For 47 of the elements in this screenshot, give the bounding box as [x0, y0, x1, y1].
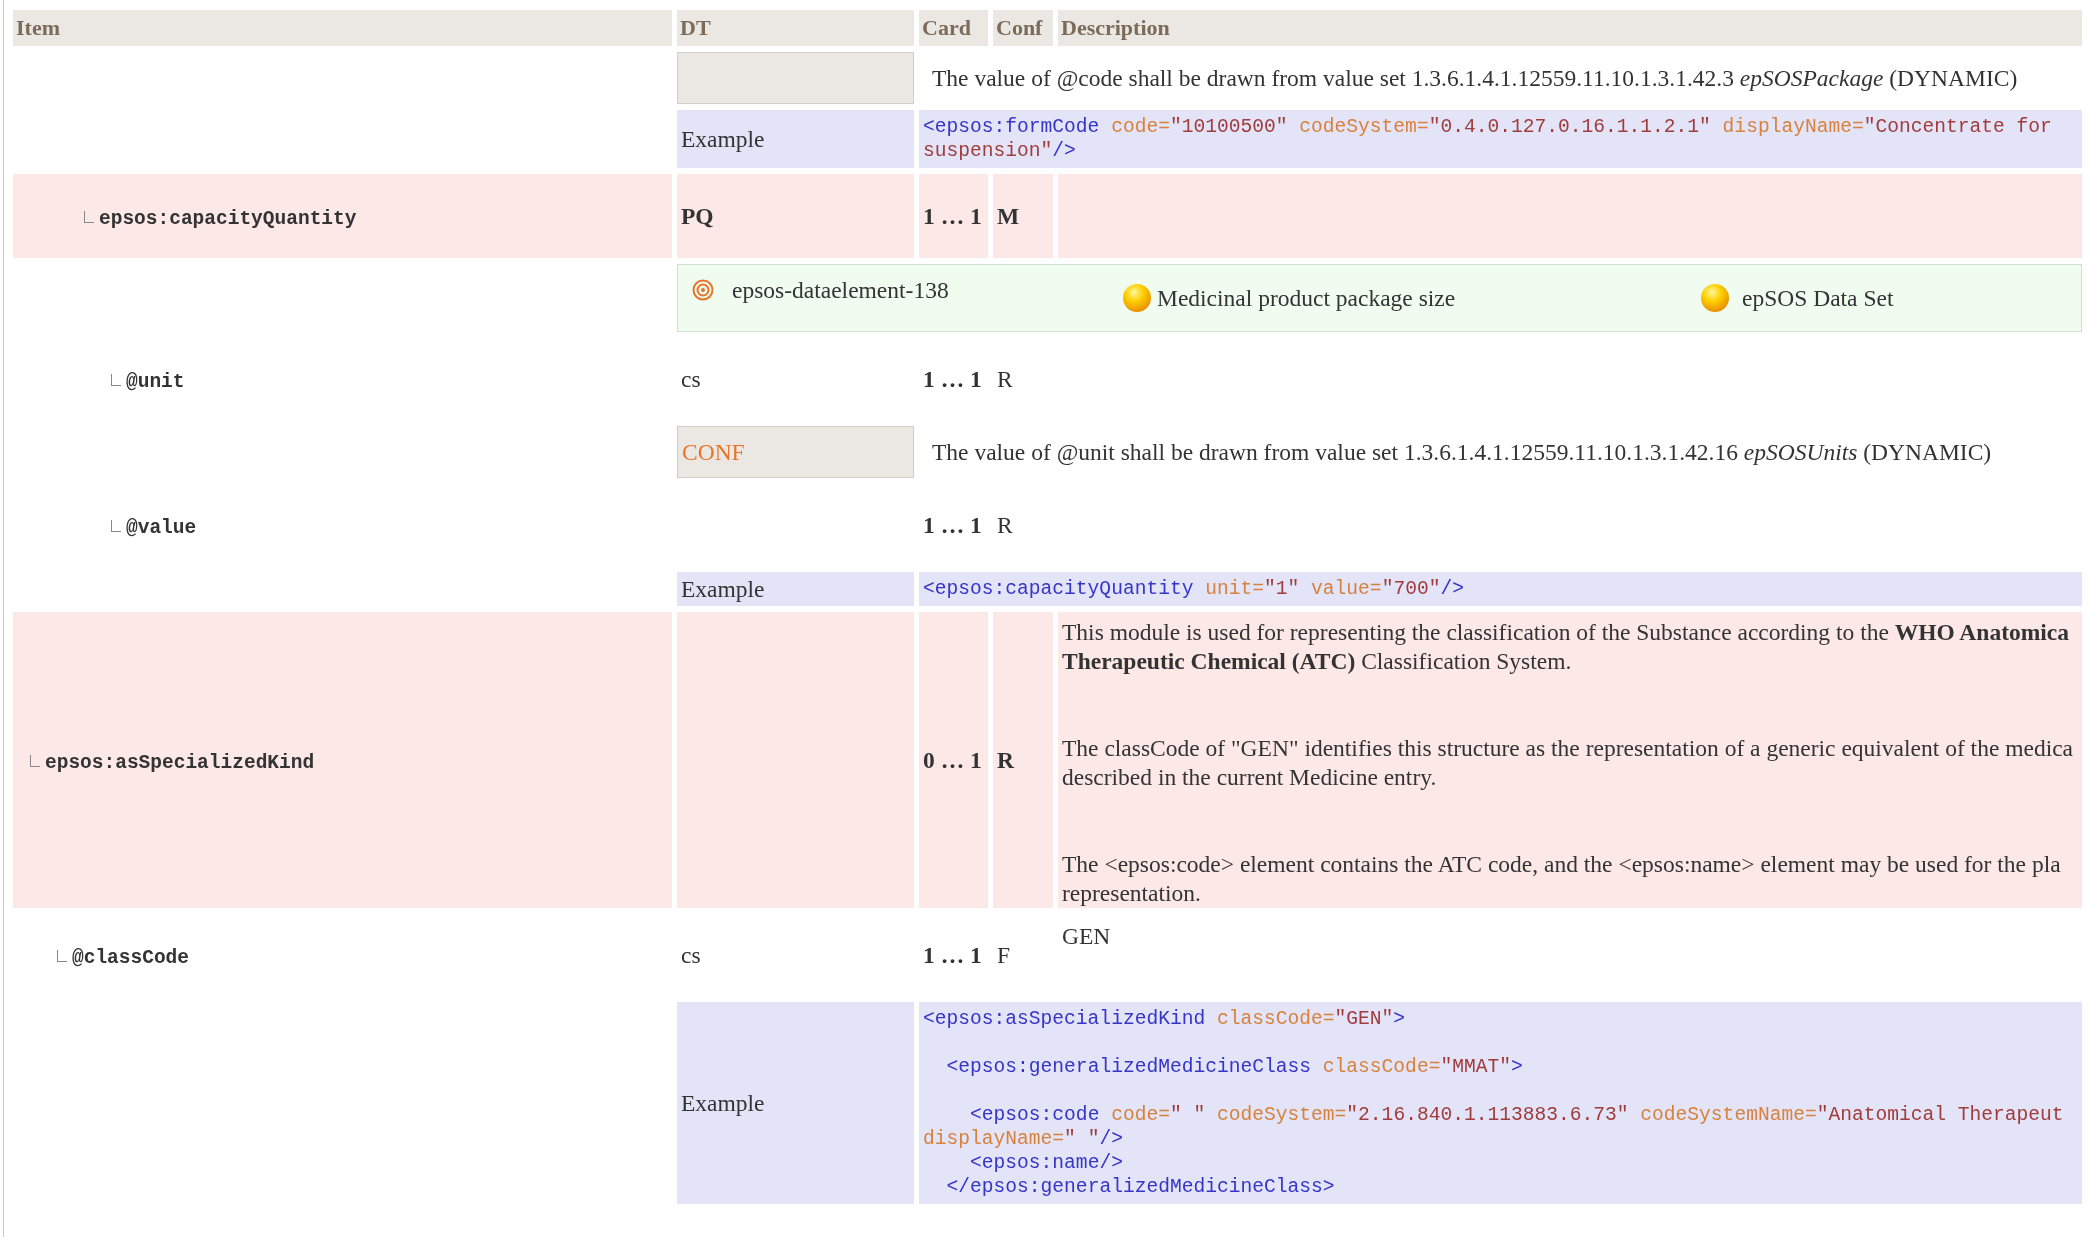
constraint-text: The value of @code shall be drawn from value set 1.3.6.1.4.1.12559.11.10.1.3.1.42.3 epSOSPackage (DYNAMIC) [932, 64, 2018, 91]
constraint-text: The value of @unit shall be drawn from value set 1.3.6.1.4.1.12559.11.10.1.3.1.42.16 epSOSUnits (DYNAMIC) [932, 438, 1992, 465]
tree-branch-icon [57, 950, 67, 962]
datatype-text: PQ [681, 202, 714, 229]
code-example: <epsos:formCode code="10100500" codeSystem="0.4.0.127.0.16.1.1.2.1" displayName="Concentrate for suspension"/> [919, 110, 2082, 168]
cardinality-text: 1 … 1 [923, 365, 982, 392]
cardinality-text: 1 … 1 [923, 511, 982, 538]
cardinality-text: 0 … 1 [923, 746, 982, 773]
code-example: <epsos:asSpecializedKind classCode="GEN"> <epsos:generalizedMedicineClass classCode="MMAT"> <epsos:code code=" " codeSystem="2.16.840.1.113883.6.73" codeSystemName="Anatomical Therapeut displayName=" "/> <epsos:name/> </epsos:generalizedMedicineClass> [919, 1002, 2082, 1204]
concept-label: epsos-dataelement-138 [732, 276, 949, 304]
conformance-text: R [997, 511, 1013, 538]
conformance-text: M [997, 202, 1020, 229]
column-header: DT [677, 10, 914, 46]
description-text: GEN [1062, 922, 1112, 951]
conformance-text: R [997, 365, 1013, 392]
column-header: Card [919, 10, 988, 46]
item-name: epsos:asSpecializedKind [45, 752, 315, 774]
column-header: Description [1058, 10, 2082, 46]
code-example: <epsos:capacityQuantity unit="1" value="700"/> [919, 572, 2082, 606]
datatype-text: cs [681, 941, 701, 968]
example-label: Example [677, 1002, 914, 1204]
item-name: @unit [126, 371, 185, 393]
cardinality-text: 1 … 1 [923, 941, 982, 968]
description-text: This module is used for representing the classification of the Substance according to the WHO Anatomica Therapeutic Chemical (ATC) Classification System. [1062, 618, 2070, 676]
description-text: The classCode of "GEN" identifies this structure as the representation of a generic equivalent of the medica described in the current Medicine entry. [1062, 734, 2075, 792]
item-name: epsos:capacityQuantity [99, 208, 357, 230]
conformance-text: F [997, 941, 1011, 968]
description-text: The <epsos:code> element contains the ATC code, and the <epsos:name> element may be used for the pla representation. [1062, 850, 2062, 908]
tree-branch-icon [84, 211, 94, 223]
target-icon [692, 279, 714, 301]
item-name: @value [126, 517, 197, 539]
example-label: Example [677, 110, 914, 168]
conformance-text: R [997, 746, 1014, 773]
ball-icon [1122, 283, 1152, 313]
tree-branch-icon [111, 520, 121, 532]
tree-branch-icon [30, 755, 40, 767]
constraint-label-cell: CONF [677, 426, 914, 478]
concept-label: epSOS Data Set [1742, 284, 1894, 312]
tree-branch-icon [111, 374, 121, 386]
item-name: @classCode [72, 947, 190, 969]
ball-icon [1700, 283, 1730, 313]
cardinality-text: 1 … 1 [923, 202, 982, 229]
column-header: Item [13, 10, 672, 46]
concept-label: Medicinal product package size [1157, 284, 1456, 312]
datatype-text: cs [681, 365, 701, 392]
column-header: Conf [993, 10, 1053, 46]
example-label: Example [677, 572, 914, 606]
